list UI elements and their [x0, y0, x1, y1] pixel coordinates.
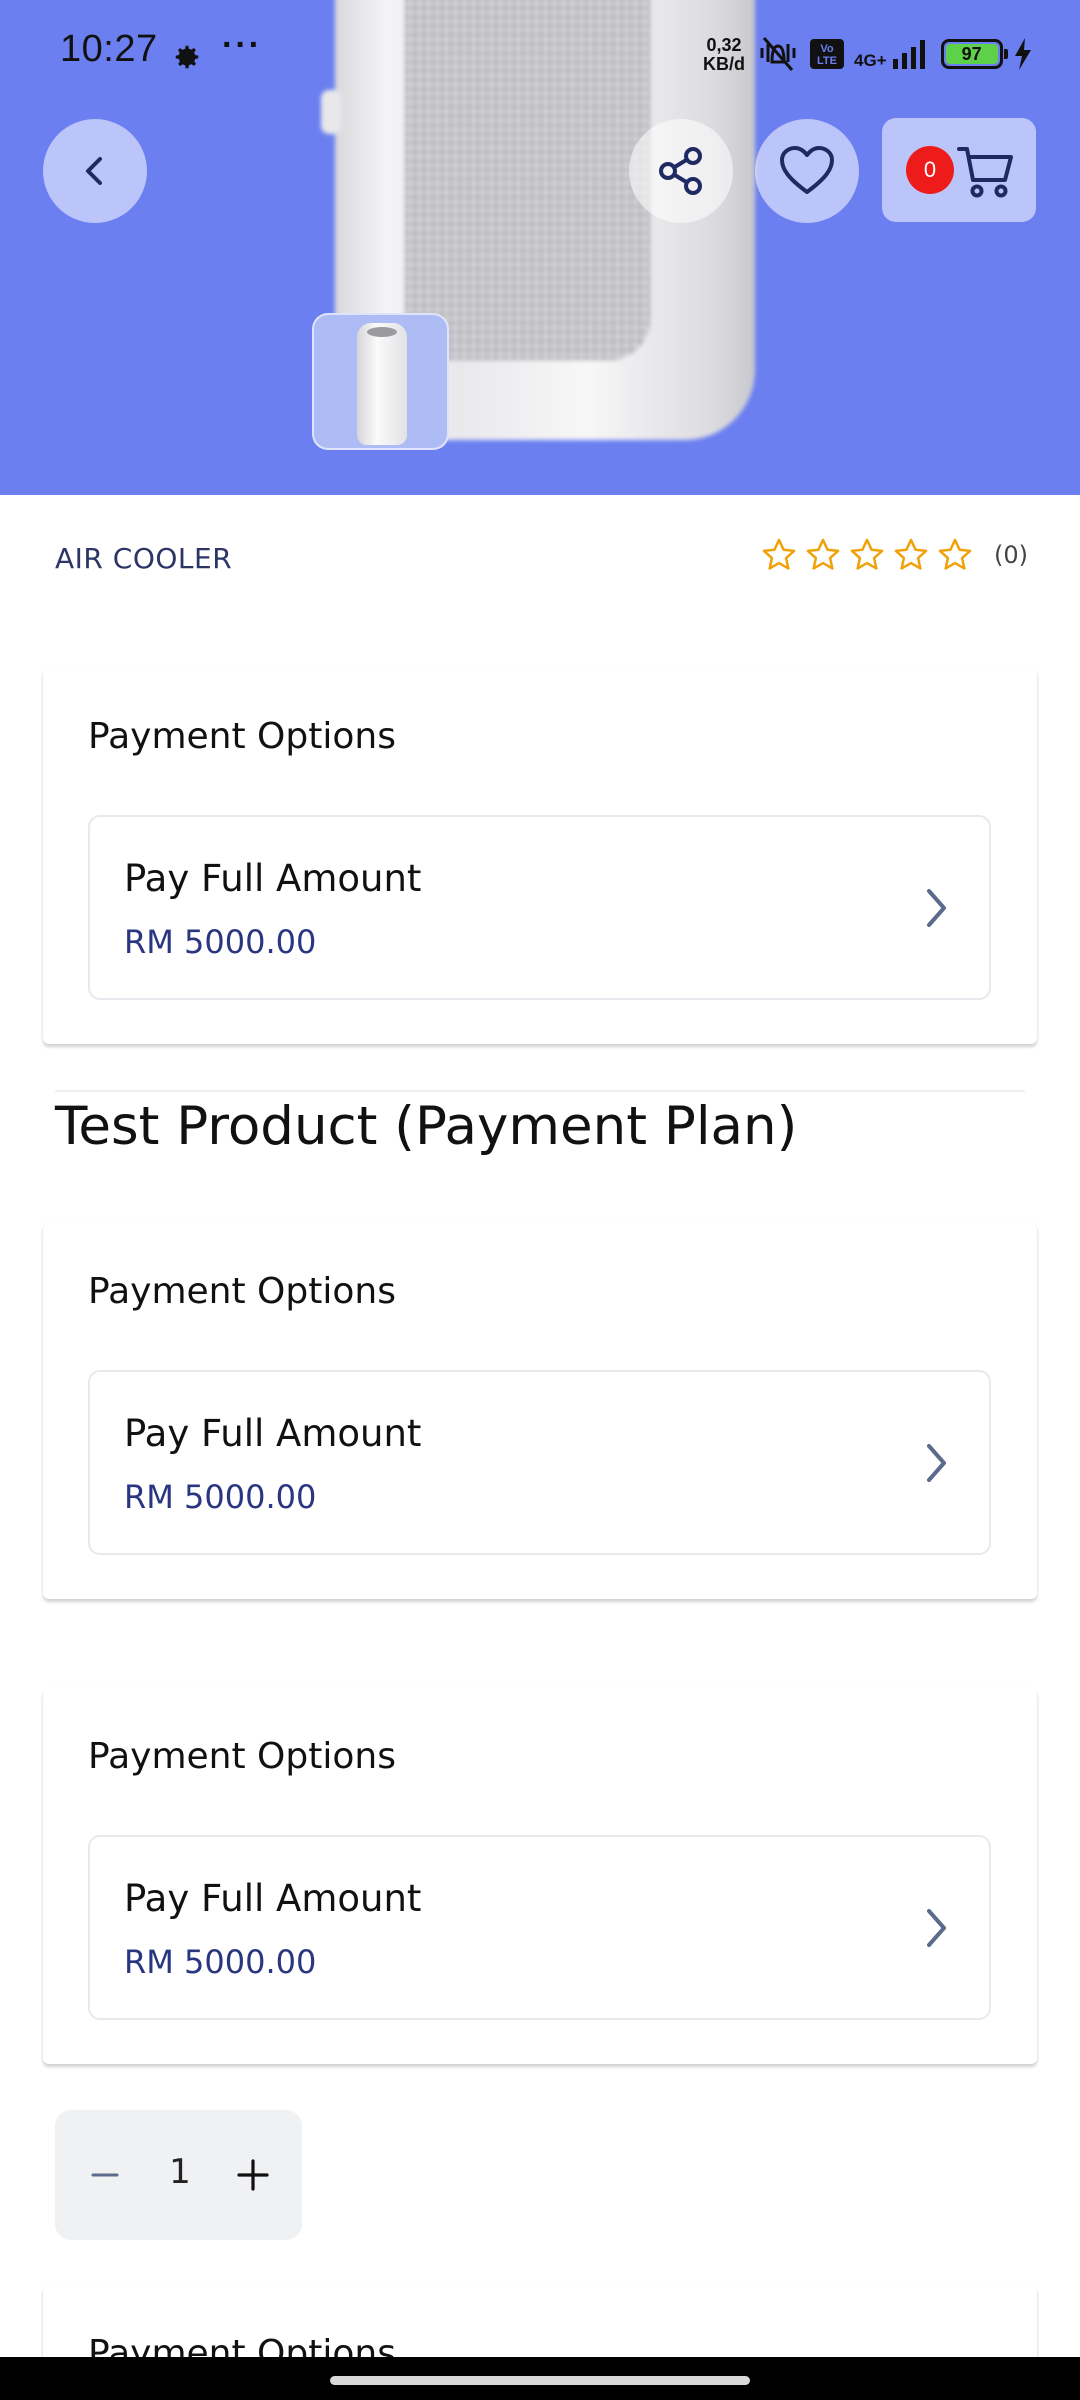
status-bar: 10:27 ··· 0,32 KB/d Vo LTE 4G+ 97 [0, 0, 1080, 110]
payment-options-card: Payment Options Pay Full Amount RM 5000.… [43, 1223, 1037, 1599]
cart-icon [957, 147, 1013, 198]
payment-option-pay-full[interactable]: Pay Full Amount RM 5000.00 [88, 1370, 991, 1555]
battery-level: 97 [945, 44, 998, 64]
rating-count: (0) [994, 541, 1028, 569]
rating-stars: (0) [760, 536, 1028, 574]
payment-option-pay-full[interactable]: Pay Full Amount RM 5000.00 [88, 1835, 991, 2020]
charging-bolt-icon [1014, 38, 1031, 70]
settings-gear-icon [175, 45, 199, 69]
chevron-right-icon [927, 889, 946, 927]
status-time: 10:27 [60, 28, 158, 70]
chevron-left-icon [86, 157, 102, 185]
option-name: Pay Full Amount [124, 857, 422, 900]
volte-indicator: Vo LTE [810, 39, 844, 69]
payment-options-card: Payment Options Pay Full Amount RM 5000.… [43, 668, 1037, 1044]
option-price: RM 5000.00 [124, 1478, 317, 1516]
chevron-right-icon [927, 1909, 946, 1947]
battery-icon: 97 [940, 39, 1008, 69]
option-price: RM 5000.00 [124, 1943, 317, 1981]
status-more-dots: ··· [222, 26, 262, 64]
card-title: Payment Options [88, 716, 396, 757]
payment-options-card: Payment Options Pay Full Amount RM 5000.… [43, 1688, 1037, 2064]
star-outline-icon [762, 538, 796, 570]
system-navigation-bar [0, 2357, 1080, 2400]
product-category: AIR COOLER [55, 542, 233, 575]
star-outline-icon [850, 538, 884, 570]
share-button[interactable] [629, 119, 733, 223]
plus-icon [237, 2159, 269, 2191]
cart-count-badge: 0 [906, 146, 954, 194]
decrease-quantity-button[interactable] [75, 2145, 135, 2205]
heart-icon [780, 146, 834, 194]
vibrate-muted-icon [760, 37, 796, 71]
card-title: Payment Options [88, 1736, 396, 1777]
product-thumbnail[interactable] [312, 313, 449, 450]
network-speed: 0,32 KB/d [703, 35, 745, 74]
network-indicator: 4G+ [854, 39, 931, 69]
product-image-hero: 10:27 ··· 0,32 KB/d Vo LTE 4G+ 97 0 [0, 0, 1080, 495]
signal-icon [892, 40, 925, 69]
favorite-button[interactable] [755, 119, 859, 223]
product-title: Test Product (Payment Plan) [55, 1096, 798, 1157]
card-title: Payment Options [88, 1271, 396, 1312]
home-gesture-handle[interactable] [330, 2376, 750, 2385]
quantity-value: 1 [169, 2152, 191, 2192]
increase-quantity-button[interactable] [223, 2145, 283, 2205]
star-outline-icon [938, 538, 972, 570]
cart-button[interactable]: 0 [882, 118, 1036, 222]
chevron-right-icon [927, 1444, 946, 1482]
payment-option-pay-full[interactable]: Pay Full Amount RM 5000.00 [88, 815, 991, 1000]
star-outline-icon [806, 538, 840, 570]
back-button[interactable] [43, 119, 147, 223]
option-name: Pay Full Amount [124, 1412, 422, 1455]
option-name: Pay Full Amount [124, 1877, 422, 1920]
minus-icon [91, 2173, 119, 2177]
share-icon [659, 147, 702, 195]
star-outline-icon [894, 538, 928, 570]
option-price: RM 5000.00 [124, 923, 317, 961]
quantity-stepper: 1 [55, 2110, 302, 2240]
